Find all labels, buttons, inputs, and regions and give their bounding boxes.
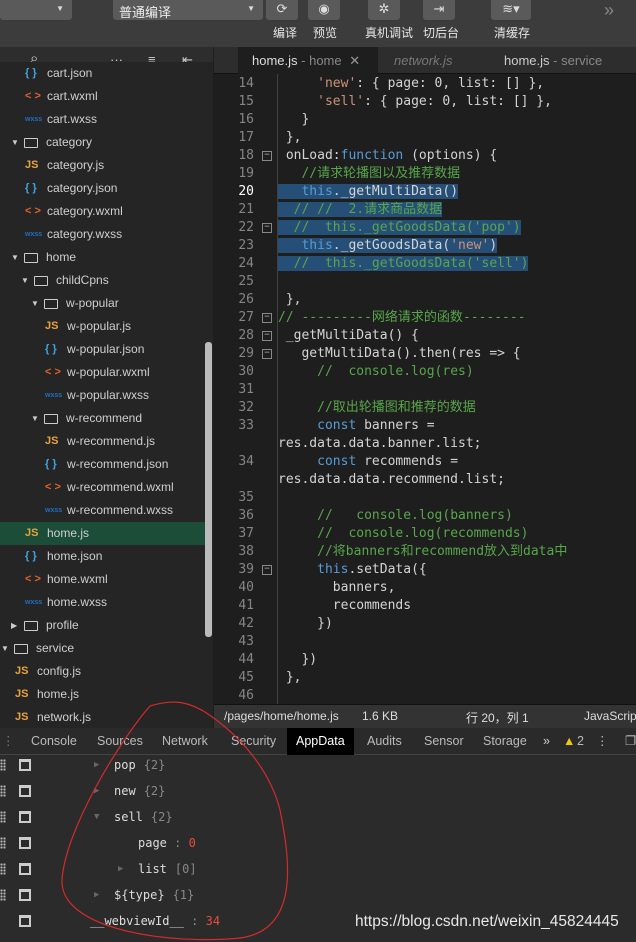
watermark: https://blog.csdn.net/weixin_45824445 (355, 913, 619, 930)
annotation-circle (61, 701, 289, 941)
